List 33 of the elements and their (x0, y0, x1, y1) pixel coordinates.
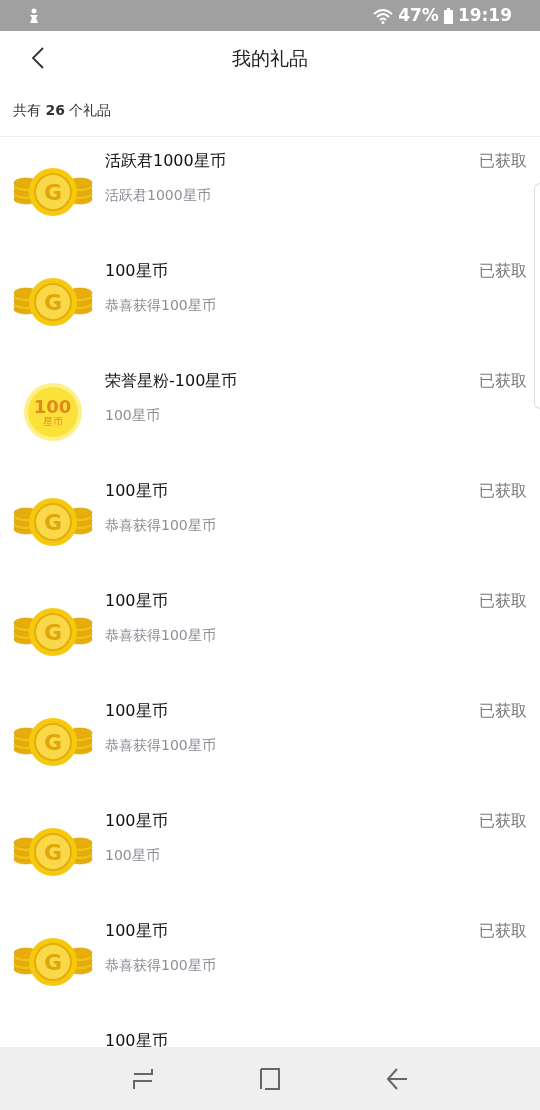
gift-title: 100星币 (105, 480, 169, 502)
claimed-status: 已获取 (479, 810, 528, 832)
gift-description: 恭喜获得100星币 (105, 956, 217, 975)
battery-icon (443, 7, 453, 24)
claimed-status: 已获取 (479, 370, 528, 392)
claimed-status: 已获取 (479, 480, 528, 502)
claimed-status: 已获取 (479, 590, 528, 612)
gift-title: 100星币 (105, 260, 169, 282)
page-title: 我的礼品 (232, 45, 308, 71)
gift-title: 荣誉星粉-100星币 (105, 370, 239, 392)
gift-description: 100星币 (105, 846, 161, 865)
gift-description: 恭喜获得100星币 (105, 296, 217, 315)
battery-percent: 47% (398, 3, 439, 27)
gift-description: 恭喜获得100星币 (105, 736, 217, 755)
gift-description: 恭喜获得100星币 (105, 626, 217, 645)
claimed-status: 已获取 (479, 260, 528, 282)
gift-count: 共有 26 个礼品 (13, 101, 112, 120)
gift-title: 100星币 (105, 700, 169, 722)
gift-description: 活跃君1000星币 (105, 186, 212, 205)
badge-unit: 星币 (42, 416, 63, 427)
gift-description: 100星币 (105, 406, 161, 425)
gift-description: 恭喜获得100星币 (105, 516, 217, 535)
gift-title: 活跃君1000星币 (105, 150, 227, 172)
badge-amount: 100 (33, 397, 72, 416)
claimed-status: 已获取 (479, 150, 528, 172)
accessibility-icon (28, 7, 40, 24)
gift-title: 100星币 (105, 810, 169, 832)
claimed-status: 已获取 (479, 920, 528, 942)
gift-title: 100星币 (105, 590, 169, 612)
wifi-icon (373, 7, 394, 24)
gift-title: 100星币 (105, 920, 169, 942)
claimed-status: 已获取 (479, 700, 528, 722)
clock: 19:19 (457, 3, 512, 27)
